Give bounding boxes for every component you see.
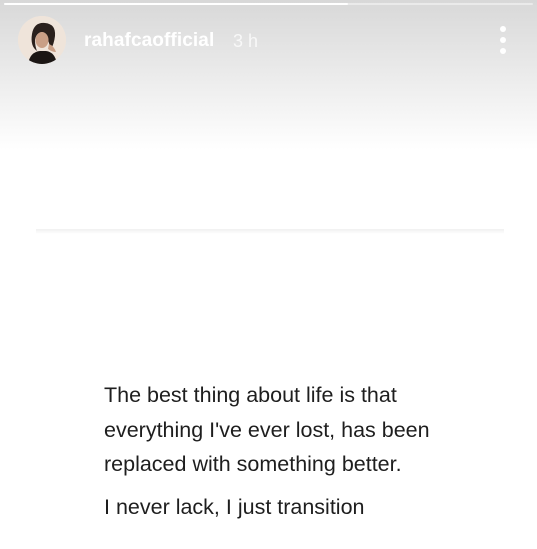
quote-closing-line: I never lack, I just transition [104, 494, 365, 519]
more-options-button[interactable] [488, 24, 518, 56]
username-link[interactable]: rahafcaofficial [84, 30, 214, 52]
story-quote-text: The best thing about life is that everyt… [104, 378, 524, 524]
profile-photo-icon [18, 16, 66, 64]
divider [36, 229, 504, 234]
more-vertical-icon [500, 26, 506, 32]
quote-line: replaced with something better. [104, 452, 402, 476]
quote-line: The best thing about life is that [104, 383, 397, 407]
more-vertical-icon-dot [500, 48, 506, 54]
more-vertical-icon-dot [500, 37, 506, 43]
story-timestamp: 3 h [233, 31, 259, 51]
story-progress-bar [4, 3, 533, 5]
avatar[interactable] [18, 16, 66, 64]
header-gradient [0, 0, 537, 150]
story-progress-fill [4, 3, 348, 5]
quote-line: everything I've ever lost, has been [104, 417, 430, 442]
story-viewer[interactable]: rahafcaofficial 3 h The best thing about… [0, 0, 537, 549]
